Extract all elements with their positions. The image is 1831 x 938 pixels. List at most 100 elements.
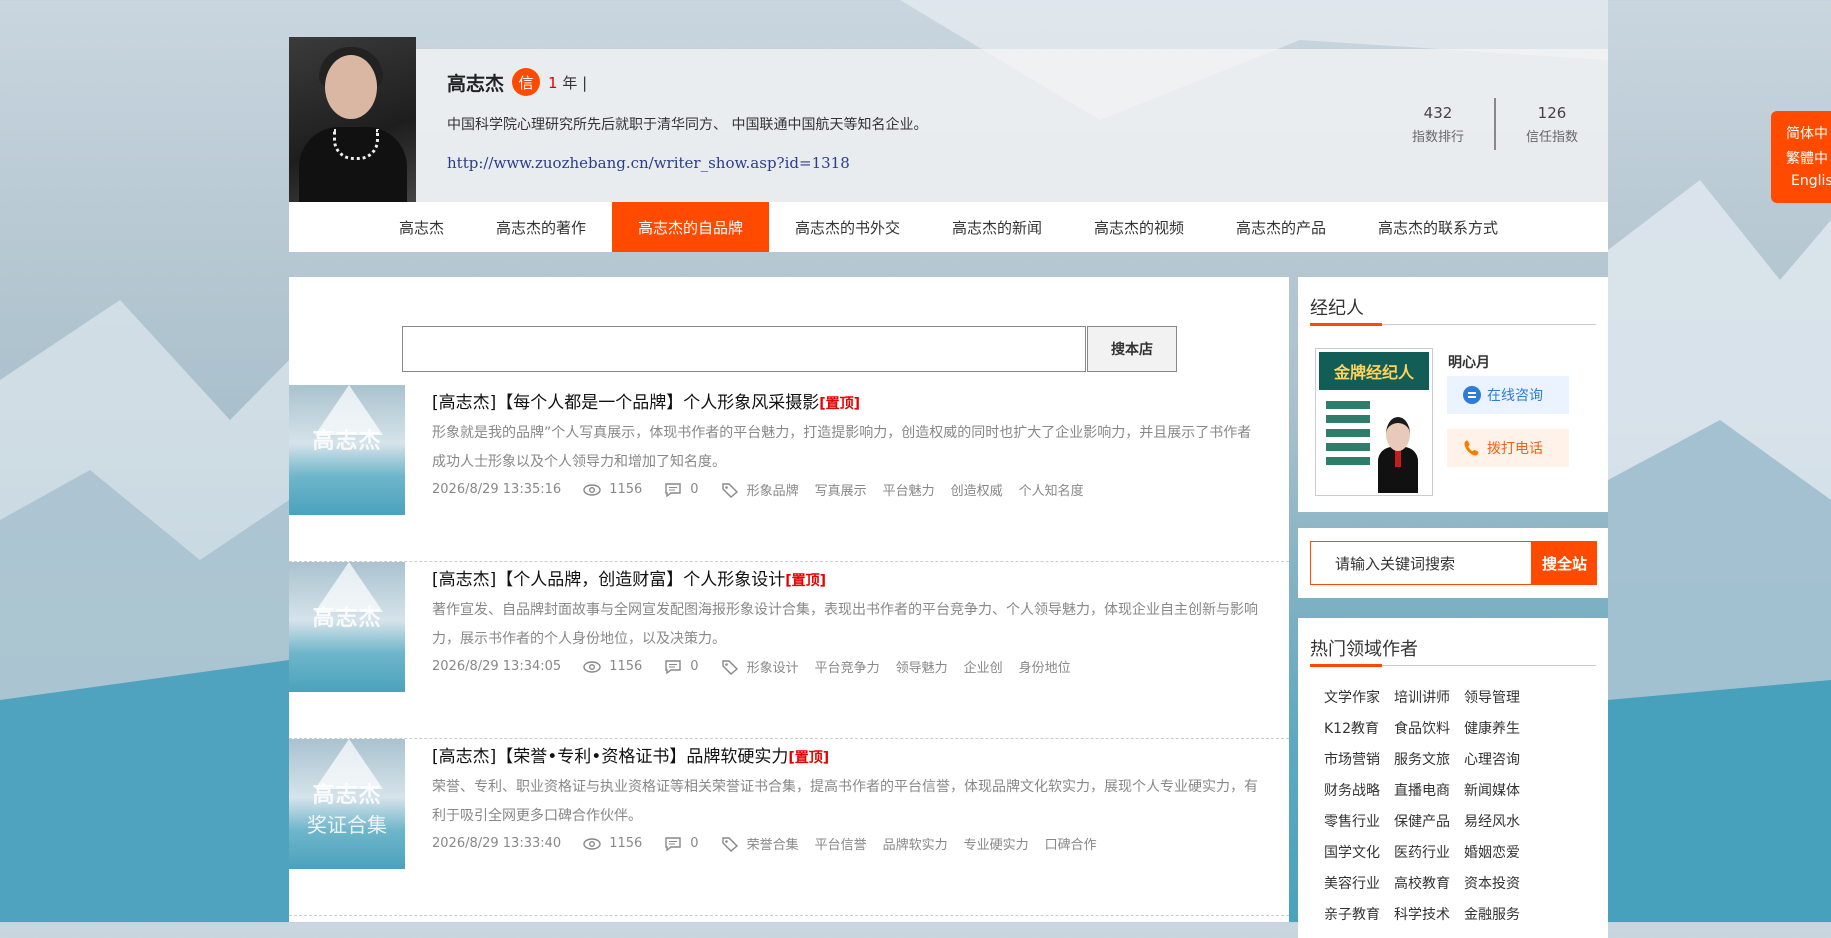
nav-item-contact[interactable]: 高志杰的联系方式 — [1352, 202, 1524, 252]
nav-item-videos[interactable]: 高志杰的视频 — [1068, 202, 1210, 252]
article-item: 高志杰 奖证合集 [高志杰]【荣誉•专利•资格证书】品牌软硬实力[置顶] 荣誉、… — [289, 739, 1289, 916]
hot-author-tag[interactable]: 服务文旅 — [1394, 750, 1450, 770]
site-search-button[interactable]: 搜全站 — [1532, 541, 1597, 585]
hot-author-tag[interactable]: 保健产品 — [1394, 812, 1450, 832]
hot-author-tag[interactable]: 金融服务 — [1464, 905, 1520, 925]
comments-count: 0 — [664, 482, 699, 498]
article-tag[interactable]: 平台信誉 — [815, 834, 867, 853]
nav-item-self-brand[interactable]: 高志杰的自品牌 — [611, 202, 769, 252]
article-thumbnail[interactable]: 高志杰 — [289, 385, 405, 515]
comment-icon — [665, 659, 681, 674]
hot-author-tag[interactable]: 健康养生 — [1464, 719, 1520, 739]
call-button[interactable]: 拨打电话 — [1447, 429, 1569, 467]
article-title: [高志杰]【每个人都是一个品牌】个人形象风采摄影 — [432, 393, 820, 413]
hot-authors-card: 热门领域作者 文学作家 培训讲师 领导管理 K12教育 食品饮料 健康养生 市场… — [1298, 618, 1608, 938]
pinned-label: [置顶] — [785, 573, 827, 589]
hot-author-tag[interactable]: 亲子教育 — [1324, 905, 1380, 925]
hot-author-tag[interactable]: 培训讲师 — [1394, 688, 1450, 708]
hot-author-tag[interactable]: 财务战略 — [1324, 781, 1380, 801]
hot-author-tag[interactable]: 文学作家 — [1324, 688, 1380, 708]
author-years: 1 年 | — [548, 72, 587, 93]
tag-icon — [721, 482, 738, 498]
nav-item-home[interactable]: 高志杰 — [373, 202, 470, 252]
hot-author-tag[interactable]: 零售行业 — [1324, 812, 1380, 832]
views-count: 1156 — [583, 482, 642, 498]
author-bio: 中国科学院心理研究所先后就职于清华同方、 中国联通中国航天等知名企业。 — [447, 117, 928, 133]
article-title-link[interactable]: [高志杰]【个人品牌，创造财富】个人形象设计[置顶] — [432, 565, 1262, 590]
hot-author-tag[interactable]: 资本投资 — [1464, 874, 1520, 894]
article-tag[interactable]: 平台魅力 — [883, 480, 935, 499]
eye-icon — [583, 837, 601, 850]
hot-author-tag[interactable]: 领导管理 — [1464, 688, 1520, 708]
article-meta: 2026/8/29 13:34:05 1156 0 形象设计 平台竞争力 领导魅… — [432, 657, 1262, 676]
hot-author-tag[interactable]: 心理咨询 — [1464, 750, 1520, 770]
article-thumbnail[interactable]: 高志杰 奖证合集 — [289, 739, 405, 869]
eye-icon — [583, 483, 601, 496]
shop-search-input[interactable] — [402, 326, 1086, 372]
agent-poster-image[interactable]: 金牌经纪人 — [1315, 348, 1433, 496]
hot-author-tag[interactable]: 国学文化 — [1324, 843, 1380, 863]
hot-author-tag[interactable]: 医药行业 — [1394, 843, 1450, 863]
phone-icon — [1464, 440, 1479, 456]
hot-author-tag[interactable]: K12教育 — [1324, 719, 1380, 739]
article-thumbnail[interactable]: 高志杰 — [289, 562, 405, 692]
article-meta: 2026/8/29 13:35:16 1156 0 形象品牌 写真展示 平台魅力… — [432, 480, 1262, 499]
article-title: [高志杰]【个人品牌，创造财富】个人形象设计 — [432, 570, 786, 590]
author-name-row: 高志杰 信 1 年 | — [447, 68, 587, 96]
nav-item-products[interactable]: 高志杰的产品 — [1210, 202, 1352, 252]
article-tag[interactable]: 品牌软实力 — [883, 834, 948, 853]
hot-author-tag[interactable]: 新闻媒体 — [1464, 781, 1520, 801]
stat-value: 432 — [1423, 103, 1453, 122]
lang-simplified[interactable]: 简体中 — [1786, 123, 1828, 143]
author-nav: 高志杰 高志杰的著作 高志杰的自品牌 高志杰的书外交 高志杰的新闻 高志杰的视频… — [289, 202, 1608, 252]
hot-author-tag[interactable]: 食品饮料 — [1394, 719, 1450, 739]
lang-english[interactable]: Englis — [1791, 173, 1831, 189]
hot-author-tag[interactable]: 直播电商 — [1394, 781, 1450, 801]
stat-label: 信任指数 — [1525, 129, 1578, 145]
hot-author-tag[interactable]: 高校教育 — [1394, 874, 1450, 894]
shop-search: 搜本店 — [402, 326, 1177, 372]
hot-author-tag[interactable]: 科学技术 — [1394, 905, 1450, 925]
comments-count: 0 — [664, 659, 699, 675]
shop-search-button[interactable]: 搜本店 — [1087, 326, 1177, 372]
article-tag[interactable]: 创造权威 — [951, 480, 1003, 499]
thumbnail-title: 高志杰 — [312, 783, 382, 808]
article-title-link[interactable]: [高志杰]【荣誉•专利•资格证书】品牌软硬实力[置顶] — [432, 742, 1262, 767]
hot-author-tag[interactable]: 美容行业 — [1324, 874, 1380, 894]
author-url-link[interactable]: http://www.zuozhebang.cn/writer_show.asp… — [447, 154, 850, 172]
article-tag[interactable]: 平台竞争力 — [815, 657, 880, 676]
hot-author-tag[interactable]: 易经风水 — [1464, 812, 1520, 832]
hot-author-tag[interactable]: 婚姻恋爱 — [1464, 843, 1520, 863]
hot-author-tag[interactable]: 市场营销 — [1324, 750, 1380, 770]
article-tag[interactable]: 身份地位 — [1019, 657, 1071, 676]
card-divider — [1310, 323, 1596, 326]
article-item: 高志杰 [高志杰]【个人品牌，创造财富】个人形象设计[置顶] 著作宣发、自品牌封… — [289, 562, 1289, 739]
agent-poster-title: 金牌经纪人 — [1319, 352, 1429, 390]
article-tag[interactable]: 写真展示 — [815, 480, 867, 499]
article-tag[interactable]: 专业硬实力 — [964, 834, 1029, 853]
article-tag[interactable]: 形象品牌 — [747, 480, 799, 499]
agent-card-title: 经纪人 — [1310, 298, 1364, 319]
article-tag[interactable]: 口碑合作 — [1045, 834, 1097, 853]
article-date: 2026/8/29 13:34:05 — [432, 659, 562, 674]
article-tag[interactable]: 个人知名度 — [1019, 480, 1084, 499]
article-tag[interactable]: 领导魅力 — [896, 657, 948, 676]
nav-item-news[interactable]: 高志杰的新闻 — [926, 202, 1068, 252]
article-tag[interactable]: 形象设计 — [747, 657, 799, 676]
article-title: [高志杰]【荣誉•专利•资格证书】品牌软硬实力 — [432, 747, 789, 767]
comment-icon — [665, 836, 681, 851]
author-avatar[interactable] — [289, 37, 416, 202]
comment-icon — [665, 482, 681, 497]
nav-item-works[interactable]: 高志杰的著作 — [470, 202, 612, 252]
lang-traditional[interactable]: 繁體中 — [1786, 148, 1828, 168]
online-consult-button[interactable]: 在线咨询 — [1447, 376, 1569, 414]
author-name: 高志杰 — [447, 72, 505, 95]
article-tag[interactable]: 企业创 — [964, 657, 1003, 676]
site-search-input[interactable]: 请输入关键词搜索 — [1310, 541, 1532, 585]
online-consult-label: 在线咨询 — [1487, 388, 1543, 404]
article-tag[interactable]: 荣誉合集 — [747, 834, 799, 853]
card-divider — [1310, 664, 1596, 667]
article-title-link[interactable]: [高志杰]【每个人都是一个品牌】个人形象风采摄影[置顶] — [432, 388, 1262, 413]
chat-icon — [1463, 386, 1481, 404]
nav-item-book-diplomacy[interactable]: 高志杰的书外交 — [769, 202, 926, 252]
